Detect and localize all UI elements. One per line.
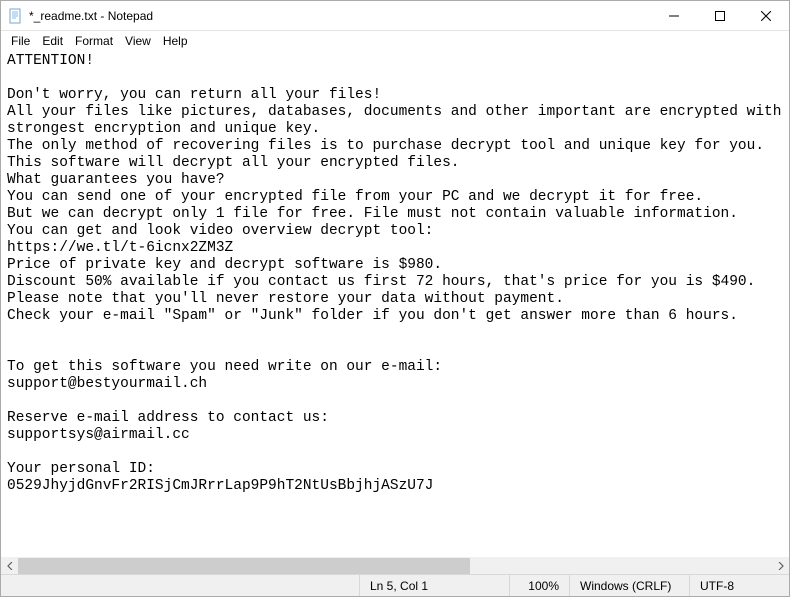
status-position: Ln 5, Col 1 [359, 575, 509, 596]
status-zoom: 100% [509, 575, 569, 596]
menu-help[interactable]: Help [157, 33, 194, 49]
minimize-button[interactable] [651, 1, 697, 30]
menu-edit[interactable]: Edit [36, 33, 69, 49]
horizontal-scrollbar[interactable] [1, 557, 789, 574]
menu-format[interactable]: Format [69, 33, 119, 49]
status-encoding: UTF-8 [689, 575, 789, 596]
status-spacer [1, 575, 359, 596]
notepad-window: *_readme.txt - Notepad File Edit Format … [0, 0, 790, 597]
scrollbar-track[interactable] [18, 558, 772, 574]
menu-view[interactable]: View [119, 33, 157, 49]
menu-file[interactable]: File [5, 33, 36, 49]
title-bar: *_readme.txt - Notepad [1, 1, 789, 31]
window-title: *_readme.txt - Notepad [29, 9, 651, 23]
status-line-ending: Windows (CRLF) [569, 575, 689, 596]
maximize-button[interactable] [697, 1, 743, 30]
text-area[interactable]: ATTENTION! Don't worry, you can return a… [1, 51, 789, 557]
app-icon [7, 8, 23, 24]
status-bar: Ln 5, Col 1 100% Windows (CRLF) UTF-8 [1, 574, 789, 596]
scroll-left-arrow-icon[interactable] [1, 558, 18, 574]
scroll-right-arrow-icon[interactable] [772, 558, 789, 574]
menu-bar: File Edit Format View Help [1, 31, 789, 51]
close-button[interactable] [743, 1, 789, 30]
window-controls [651, 1, 789, 30]
scrollbar-thumb[interactable] [18, 558, 470, 574]
